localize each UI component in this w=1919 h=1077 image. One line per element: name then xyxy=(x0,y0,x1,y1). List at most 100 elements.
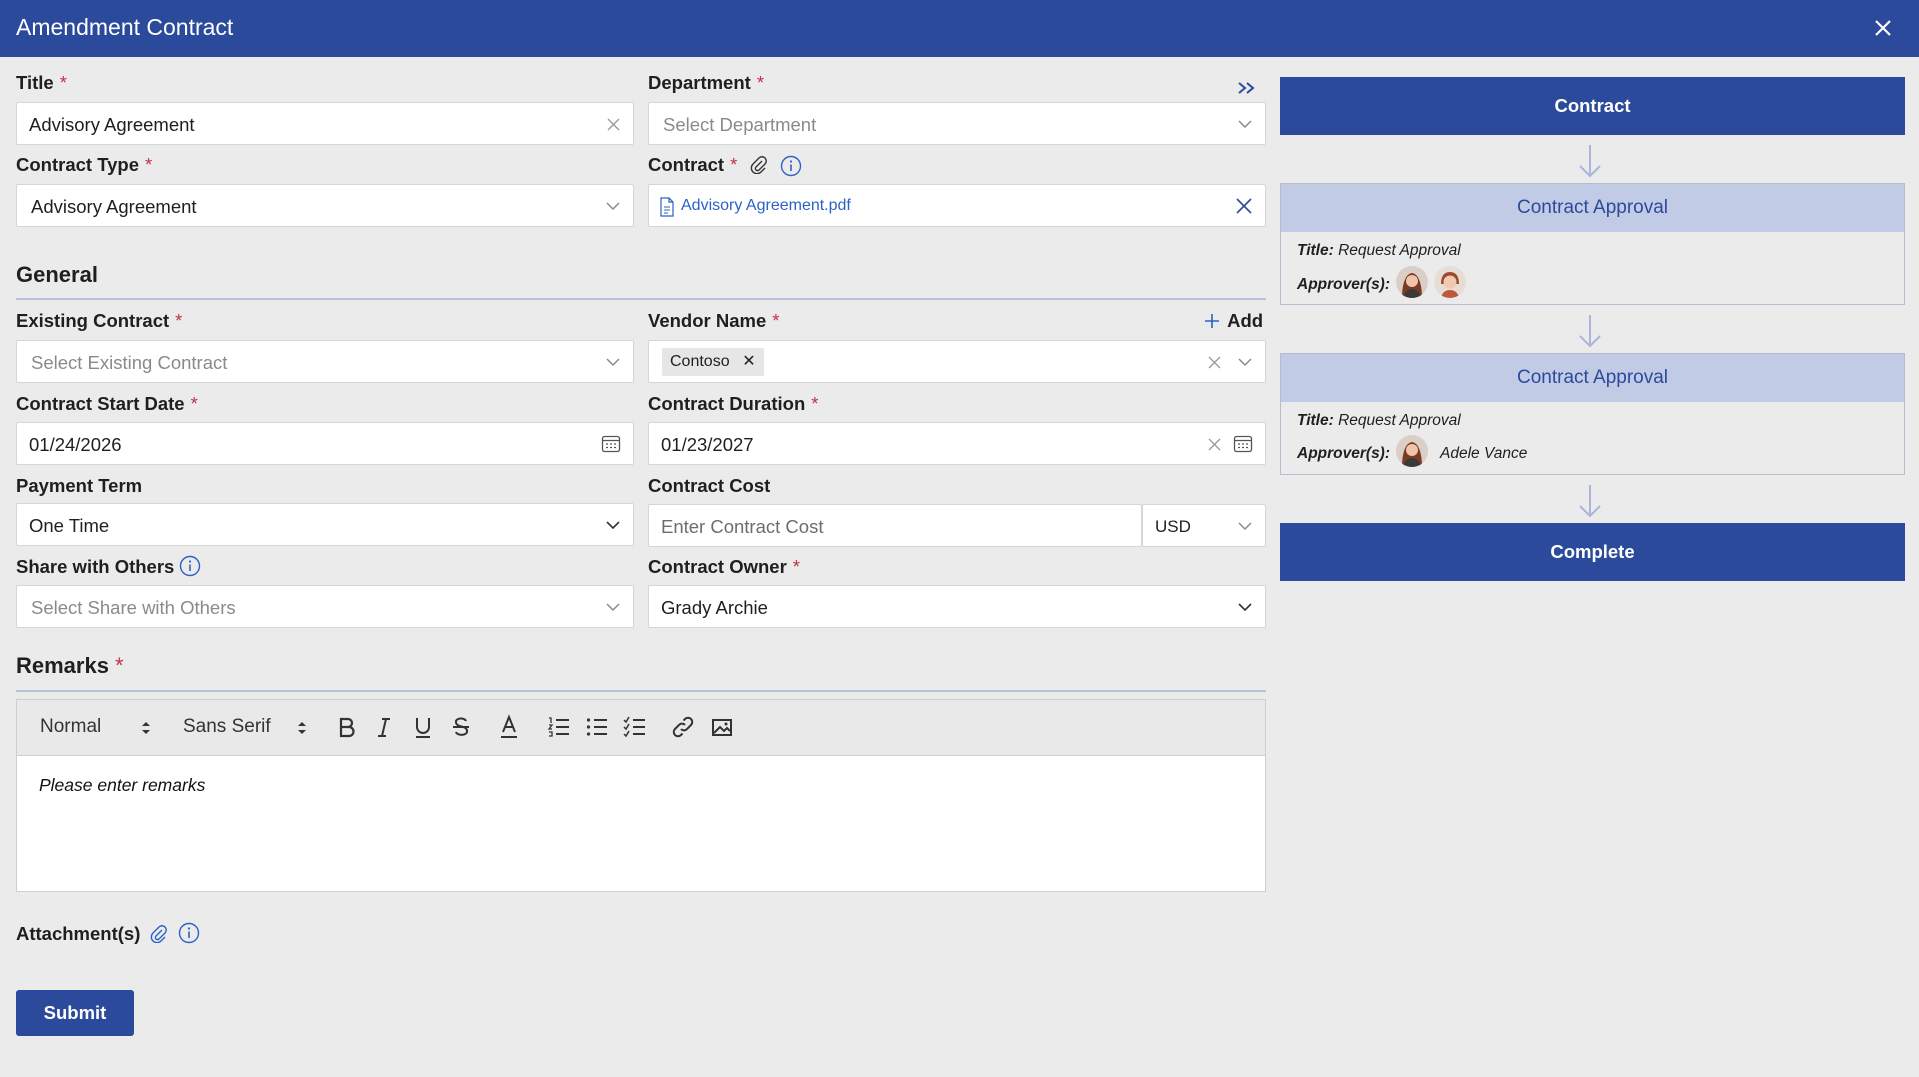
avatar xyxy=(1396,266,1428,298)
add-vendor-label: Add xyxy=(1227,310,1264,331)
contract-cost-label: Contract Cost xyxy=(648,475,771,496)
title-bar: Amendment Contract xyxy=(0,0,1919,57)
bold-icon[interactable] xyxy=(335,712,357,742)
editor-toolbar: Normal Sans Serif xyxy=(17,700,1265,756)
expand-panel-icon[interactable] xyxy=(1236,80,1258,96)
section-divider xyxy=(16,690,1266,692)
sort-arrows-icon xyxy=(142,722,150,734)
chevron-down-icon xyxy=(1238,603,1252,612)
clear-icon[interactable] xyxy=(606,117,621,132)
chevron-down-icon xyxy=(606,202,620,211)
workflow-step-approvers: Approver(s): xyxy=(1297,445,1391,462)
bullet-list-icon[interactable] xyxy=(585,712,609,742)
title-value: Advisory Agreement xyxy=(29,114,195,135)
contract-type-dropdown[interactable]: Advisory Agreement xyxy=(16,184,634,227)
contract-type-label: Contract Type * xyxy=(16,154,153,175)
remarks-editor[interactable]: Normal Sans Serif Please enter remarks xyxy=(16,699,1266,892)
submit-button[interactable]: Submit xyxy=(16,990,134,1036)
workflow-step-card: Contract Approval Title: Request Approva… xyxy=(1280,353,1905,475)
title-label: Title * xyxy=(16,72,67,93)
clear-icon[interactable] xyxy=(1208,356,1221,369)
contract-owner-value: Grady Archie xyxy=(661,597,768,618)
remarks-placeholder: Please enter remarks xyxy=(39,775,206,795)
contract-cost-input[interactable]: Enter Contract Cost xyxy=(648,504,1142,547)
share-with-others-placeholder: Select Share with Others xyxy=(31,597,236,618)
chevron-down-icon xyxy=(606,603,620,612)
contract-duration-label: Contract Duration * xyxy=(648,393,819,414)
contract-start-date-picker[interactable]: 01/24/2026 xyxy=(16,422,634,465)
workflow-step-card: Contract Approval Title: Request Approva… xyxy=(1280,183,1905,305)
info-icon[interactable] xyxy=(179,555,201,577)
contract-owner-dropdown[interactable]: Grady Archie xyxy=(648,585,1266,628)
existing-contract-label: Existing Contract * xyxy=(16,310,183,331)
contract-owner-label: Contract Owner * xyxy=(648,556,800,577)
info-icon[interactable] xyxy=(780,155,802,177)
sort-arrows-icon xyxy=(298,722,306,734)
contract-start-date-label: Contract Start Date * xyxy=(16,393,198,414)
paperclip-icon[interactable] xyxy=(150,925,168,943)
chevron-down-icon xyxy=(1238,120,1252,129)
attachments-label: Attachment(s) xyxy=(16,923,141,944)
payment-term-dropdown[interactable]: One Time xyxy=(16,503,634,546)
arrow-down-icon xyxy=(1579,315,1601,348)
workflow-step-heading: Contract Approval xyxy=(1281,184,1904,232)
arrow-down-icon xyxy=(1579,485,1601,518)
approver-name: Adele Vance xyxy=(1440,445,1528,462)
checklist-icon[interactable] xyxy=(623,712,647,742)
add-vendor-button[interactable]: Add xyxy=(1204,310,1263,332)
existing-contract-dropdown[interactable]: Select Existing Contract xyxy=(16,340,634,383)
contract-label: Contract * xyxy=(648,154,738,175)
title-input[interactable]: Advisory Agreement xyxy=(16,102,634,145)
workflow-start-step: Contract xyxy=(1280,77,1905,135)
strikethrough-icon[interactable] xyxy=(450,712,472,742)
image-icon[interactable] xyxy=(710,712,734,742)
arrow-down-icon xyxy=(1579,145,1601,178)
clear-icon[interactable] xyxy=(1208,438,1221,451)
underline-icon[interactable] xyxy=(412,712,434,742)
paperclip-icon[interactable] xyxy=(750,156,768,174)
workflow-step-heading: Contract Approval xyxy=(1281,354,1904,402)
avatar xyxy=(1434,266,1466,298)
contract-type-value: Advisory Agreement xyxy=(31,196,197,217)
text-color-icon[interactable] xyxy=(498,712,520,742)
chevron-down-icon xyxy=(606,358,620,367)
contract-cost-placeholder: Enter Contract Cost xyxy=(661,516,824,537)
chevron-down-icon xyxy=(1238,358,1252,367)
window-title: Amendment Contract xyxy=(16,14,234,40)
avatar xyxy=(1396,435,1428,467)
workflow-step-approvers: Approver(s): xyxy=(1297,276,1391,293)
contract-file-field: Advisory Agreement.pdf xyxy=(648,184,1266,227)
contract-file-link[interactable]: Advisory Agreement.pdf xyxy=(681,197,851,215)
link-icon[interactable] xyxy=(671,712,695,742)
plus-icon xyxy=(1205,314,1219,328)
chevron-down-icon xyxy=(606,521,620,530)
close-icon[interactable] xyxy=(1869,14,1897,42)
document-icon xyxy=(660,197,674,217)
italic-icon[interactable] xyxy=(373,712,395,742)
vendor-name-label: Vendor Name * xyxy=(648,310,780,331)
info-icon[interactable] xyxy=(178,922,200,944)
section-divider xyxy=(16,298,1266,300)
calendar-icon[interactable] xyxy=(601,434,621,454)
format-select[interactable]: Normal xyxy=(40,716,101,738)
contract-duration-picker[interactable]: 01/23/2027 xyxy=(648,422,1266,465)
remove-chip-icon[interactable]: ✕ xyxy=(742,348,755,376)
calendar-icon[interactable] xyxy=(1233,434,1253,454)
currency-dropdown[interactable]: USD xyxy=(1142,504,1266,547)
vendor-chip: Contoso ✕ xyxy=(662,348,764,376)
general-heading: General xyxy=(16,262,98,287)
department-placeholder: Select Department xyxy=(663,114,817,135)
vendor-name-multiselect[interactable]: Contoso ✕ xyxy=(648,340,1266,383)
remove-file-icon[interactable] xyxy=(1235,197,1253,215)
share-with-others-dropdown[interactable]: Select Share with Others xyxy=(16,585,634,628)
existing-contract-placeholder: Select Existing Contract xyxy=(31,352,228,373)
payment-term-label: Payment Term xyxy=(16,475,143,496)
font-select[interactable]: Sans Serif xyxy=(183,716,271,738)
currency-value: USD xyxy=(1155,517,1191,536)
workflow-end-step: Complete xyxy=(1280,523,1905,581)
ordered-list-icon[interactable] xyxy=(547,712,571,742)
chevron-down-icon xyxy=(1238,522,1252,531)
payment-term-value: One Time xyxy=(29,515,110,536)
department-dropdown[interactable]: Select Department xyxy=(648,102,1266,145)
contract-duration-value: 01/23/2027 xyxy=(661,434,754,455)
